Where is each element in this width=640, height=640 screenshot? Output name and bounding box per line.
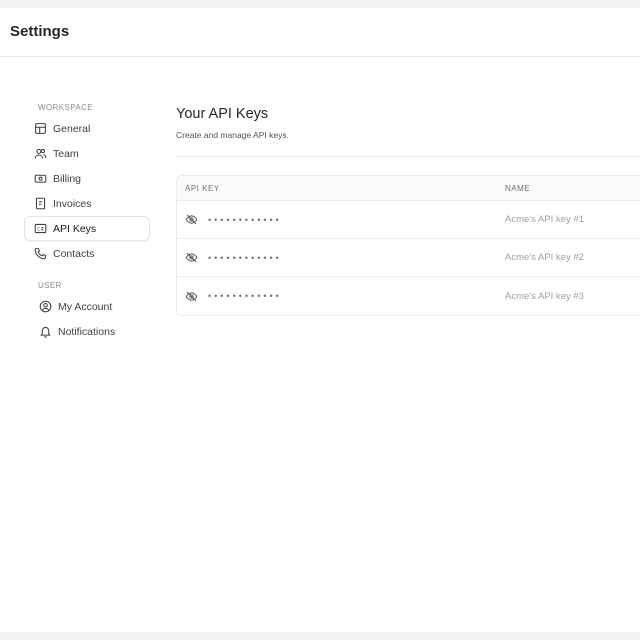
user-section-label: USER (38, 281, 62, 290)
svg-text:C: C (37, 226, 40, 232)
top-bar: Settings (0, 8, 640, 57)
bell-icon (39, 325, 52, 338)
api-keys-table: API KEY NAME •••••••••••• Acme's API key… (176, 175, 640, 316)
receipt-icon (34, 197, 47, 210)
sidebar-item-my-account[interactable]: My Account (24, 294, 150, 319)
table-row: •••••••••••• Acme's API key #1 (177, 201, 640, 239)
eye-off-icon[interactable] (185, 213, 198, 226)
page-title: Your API Keys (176, 106, 269, 122)
eye-off-icon[interactable] (185, 290, 198, 303)
sidebar-item-billing[interactable]: Billing (24, 166, 150, 191)
table-row: •••••••••••• Acme's API key #2 (177, 239, 640, 277)
banknote-icon (34, 172, 47, 185)
api-key-icon: C (34, 222, 47, 235)
sidebar-item-label: Billing (53, 172, 82, 185)
user-circle-icon (39, 300, 52, 313)
sidebar-item-invoices[interactable]: Invoices (24, 191, 150, 216)
sidebar-item-label: General (53, 122, 91, 135)
sidebar-item-label: Team (53, 147, 79, 160)
layout-icon (34, 122, 47, 135)
workspace-section-label: WORKSPACE (38, 103, 94, 112)
api-key-cell: •••••••••••• (177, 251, 497, 264)
column-header-name: NAME (505, 183, 531, 193)
api-key-name: Acme's API key #2 (505, 252, 584, 263)
users-icon (34, 147, 47, 160)
sidebar-item-label: Notifications (58, 325, 116, 338)
api-key-name: Acme's API key #1 (505, 214, 584, 225)
masked-api-key: •••••••••••• (208, 291, 282, 301)
sidebar-item-general[interactable]: General (24, 116, 150, 141)
api-key-name: Acme's API key #3 (505, 290, 584, 302)
masked-api-key: •••••••••••• (208, 214, 282, 225)
column-header-api-key: API KEY (185, 183, 220, 193)
sidebar-item-label: Invoices (53, 197, 92, 210)
sidebar-item-api-keys[interactable]: C API Keys (24, 216, 150, 241)
api-keys-panel: Your API Keys Create and manage API keys… (176, 106, 640, 316)
sidebar-item-label: API Keys (53, 222, 97, 235)
masked-api-key: •••••••••••• (208, 252, 282, 263)
app-title: Settings (10, 23, 70, 40)
phone-icon (34, 247, 47, 260)
eye-off-icon[interactable] (185, 251, 198, 264)
sidebar-item-label: Contacts (53, 247, 95, 260)
sidebar-item-contacts[interactable]: Contacts (24, 241, 150, 266)
table-header: API KEY NAME (177, 176, 640, 201)
sidebar-item-label: My Account (58, 300, 113, 313)
page-subtitle: Create and manage API keys. (176, 130, 289, 140)
table-row: •••••••••••• Acme's API key #3 (177, 277, 640, 315)
settings-sidebar: WORKSPACE General Team Billing Invoices (24, 100, 150, 344)
sidebar-item-team[interactable]: Team (24, 141, 150, 166)
divider (176, 156, 640, 157)
api-key-cell: •••••••••••• (177, 290, 497, 303)
api-key-cell: •••••••••••• (177, 213, 497, 226)
settings-window: Settings WORKSPACE General Team Billing (0, 8, 640, 632)
sidebar-item-notifications[interactable]: Notifications (24, 319, 150, 344)
